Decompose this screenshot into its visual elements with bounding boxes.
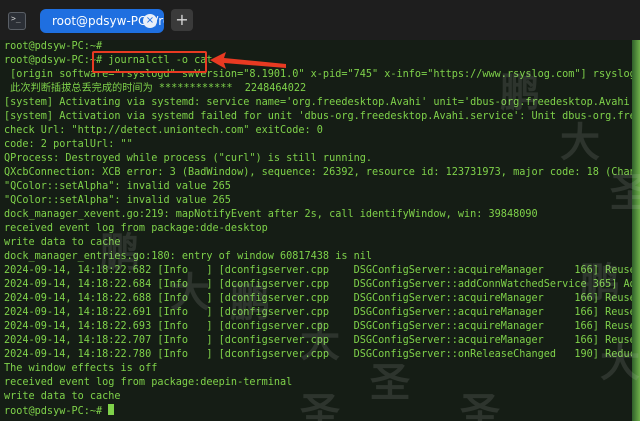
terminal-line: QProcess: Destroyed while process ("curl… [4, 153, 373, 164]
watermark-char: 鹏 [580, 259, 620, 306]
terminal-app-icon [8, 12, 26, 30]
watermark-char: 鹏 [500, 69, 540, 116]
terminal-line: "QColor::setAlpha": invalid value 265 [4, 181, 231, 192]
watermark-char: 鹏 [100, 229, 140, 276]
text-cursor [108, 404, 115, 415]
title-bar: root@pdsyw-PC: /root × + [0, 0, 640, 40]
terminal-line: [system] Activating via systemd: service… [4, 97, 640, 108]
watermark-char: 大 [560, 119, 600, 166]
terminal-line: "QColor::setAlpha": invalid value 265 [4, 195, 231, 206]
watermark-char: 圣 [460, 389, 500, 421]
watermark-char: 大 [600, 339, 640, 386]
terminal-line: 2024-09-14, 14:18:22.688 [Info ] [dconfi… [4, 293, 640, 304]
terminal-line: 此次判断插拔总丢完成的时间为 ************ 2248464022 [4, 83, 307, 94]
terminal-line: [system] Activation via systemd failed f… [4, 111, 640, 122]
watermark-char: 圣 [300, 389, 340, 421]
watermark-char: 鹏 [230, 279, 270, 326]
terminal-line: 2024-09-14, 14:18:22.684 [Info ] [dconfi… [4, 279, 640, 290]
annotation-arrow-icon [210, 52, 286, 69]
terminal-line: QXcbConnection: XCB error: 3 (BadWindow)… [4, 167, 640, 178]
terminal-line: check Url: "http://detect.uniontech.com"… [4, 125, 323, 136]
watermark-char: 大 [300, 319, 340, 366]
watermark-char: 大 [170, 269, 210, 316]
new-tab-button[interactable]: + [171, 9, 193, 31]
terminal-line: code: 2 portalUrl: "" [4, 139, 133, 150]
terminal-window: root@pdsyw-PC: /root × + root@pdsyw-PC:~… [0, 0, 640, 421]
shell-prompt: root@pdsyw-PC:~# [4, 406, 109, 417]
tab-close-icon[interactable]: × [143, 14, 157, 28]
command-highlight-box [92, 51, 207, 73]
watermark-char: 圣 [610, 169, 640, 216]
watermark-char: 圣 [370, 359, 410, 406]
